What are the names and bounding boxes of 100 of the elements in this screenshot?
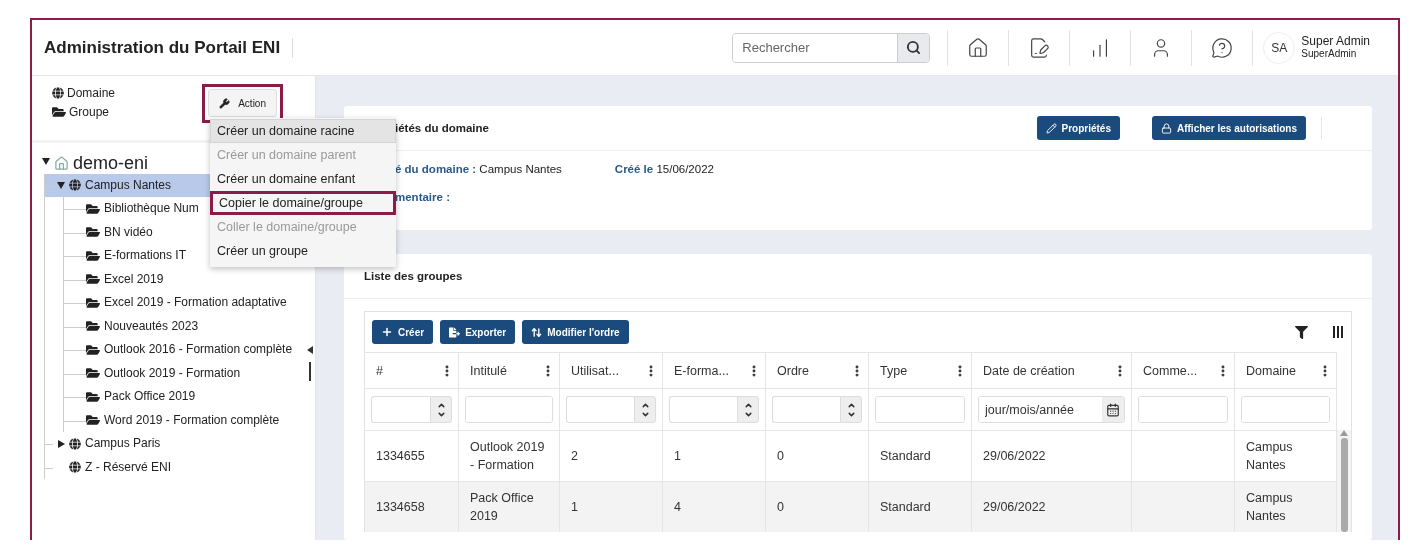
collapse-icon[interactable]: [307, 346, 313, 354]
number-field[interactable]: [669, 396, 737, 423]
tree-item[interactable]: Word 2019 - Formation complète: [64, 408, 280, 432]
globe-icon: [69, 461, 81, 473]
table-cell: 29/06/2022: [972, 430, 1132, 481]
date-field[interactable]: jour/mois/année: [978, 396, 1125, 423]
tree-label: Word 2019 - Formation complète: [103, 411, 280, 429]
folder-icon: [86, 389, 100, 404]
columns-icon[interactable]: [1333, 326, 1343, 338]
column-header[interactable]: Domaine: [1235, 352, 1337, 388]
filter-field[interactable]: [465, 396, 553, 423]
tree-item[interactable]: Campus Nantes: [45, 173, 212, 197]
column-header[interactable]: Utilisat...: [560, 352, 663, 388]
scroll-up-icon[interactable]: [1340, 430, 1348, 436]
tree-label: Outlook 2016 - Formation complète: [103, 341, 293, 358]
home-icon[interactable]: [967, 36, 990, 59]
folder-icon: [86, 225, 100, 239]
toolbar-button[interactable]: Afficher les autorisations: [1151, 116, 1306, 140]
tree-label: Z - Réservé ENI: [84, 458, 171, 476]
legend-item: Domaine: [52, 84, 116, 101]
number-field[interactable]: [566, 396, 634, 423]
lock-icon: [1160, 122, 1172, 134]
field-text: Créé le 15/06/2022: [614, 163, 714, 175]
folder-icon: [86, 295, 100, 310]
tree-item[interactable]: Outlook 2016 - Formation complète: [64, 338, 293, 362]
tree-label: Excel 2019 - Formation adaptative: [103, 294, 287, 311]
tree-item[interactable]: Campus Paris: [45, 432, 161, 456]
legend-item: Groupe: [52, 103, 116, 120]
tree-item[interactable]: BN vidéo: [64, 220, 153, 244]
tree-label: BN vidéo: [103, 223, 153, 241]
user-name: Super Admin: [1301, 35, 1370, 48]
tree-item[interactable]: E-formations IT: [64, 244, 187, 268]
column-header[interactable]: Type: [869, 352, 972, 388]
table-cell: Outlook 2019 - Formation: [459, 430, 560, 481]
tree-item[interactable]: demo-eni: [38, 150, 149, 174]
search-button[interactable]: [897, 33, 930, 62]
spinner-control[interactable]: [634, 396, 656, 423]
sort-icon: [531, 326, 543, 338]
collapse-toggle-icon[interactable]: [57, 181, 65, 189]
tree-item[interactable]: Excel 2019 - Formation adaptative: [64, 291, 287, 315]
tree-label: E-formations IT: [103, 247, 187, 264]
filter-icon[interactable]: [1295, 325, 1308, 339]
table-cell: 1334655: [365, 430, 459, 481]
tree-label: Nouveautés 2023: [103, 317, 199, 335]
menu-item[interactable]: Créer un domaine enfant: [210, 167, 396, 191]
filter-field[interactable]: [1138, 396, 1228, 423]
folder-icon: [86, 366, 100, 380]
menu-item[interactable]: Créer un domaine racine: [210, 119, 396, 143]
toolbar-button[interactable]: Propriétés: [1036, 116, 1120, 140]
table-cell: 1: [663, 430, 766, 481]
column-header[interactable]: E-forma...: [663, 352, 766, 388]
tree-item[interactable]: Nouveautés 2023: [64, 314, 199, 338]
tree-item[interactable]: Pack Office 2019: [64, 385, 196, 409]
toolbar-button[interactable]: Exporter: [440, 320, 516, 344]
tree-item[interactable]: Bibliothèque Num: [64, 197, 199, 221]
spinner-control[interactable]: [737, 396, 759, 423]
globe-icon: [52, 86, 64, 99]
card-title: iétés du domaine: [395, 122, 489, 134]
number-field[interactable]: [772, 396, 840, 423]
field-text: é du domaine : Campus Nantes: [395, 163, 562, 175]
globe-icon: [69, 437, 81, 450]
table-cell: 2: [560, 430, 663, 481]
filter-field[interactable]: [1241, 396, 1330, 423]
help-icon[interactable]: [1211, 36, 1234, 59]
table-cell: Pack Office 2019: [459, 481, 560, 532]
collapse-toggle-icon[interactable]: [42, 158, 50, 165]
search-field[interactable]: Rechercher: [732, 32, 931, 63]
number-field[interactable]: [371, 396, 430, 423]
toolbar-button[interactable]: Modifier l'ordre: [522, 320, 629, 344]
tree-item[interactable]: Z - Réservé ENI: [45, 455, 171, 479]
tree-label: Outlook 2019 - Formation: [103, 364, 241, 382]
expand-toggle-icon[interactable]: [57, 440, 65, 448]
column-header[interactable]: Date de création: [972, 352, 1132, 388]
tree-item[interactable]: Outlook 2019 - Formation: [64, 361, 241, 385]
plus-icon: [381, 326, 393, 338]
globe-icon: [69, 179, 81, 191]
app-title: Administration du Portail ENI: [44, 37, 294, 58]
column-header[interactable]: Comme...: [1132, 352, 1235, 388]
calendar-icon: [1106, 402, 1120, 417]
table-cell: Standard: [869, 430, 972, 481]
folder-icon: [86, 201, 100, 216]
scrollbar[interactable]: [1337, 430, 1351, 532]
column-header[interactable]: Ordre: [766, 352, 869, 388]
spinner-control[interactable]: [840, 396, 862, 423]
table-cell: Standard: [869, 481, 972, 532]
column-header[interactable]: Intitulé: [459, 352, 560, 388]
table-cell: 1334658: [365, 481, 459, 532]
column-header[interactable]: #: [365, 352, 459, 388]
toolbar-button[interactable]: Créer: [372, 320, 434, 344]
tree-item[interactable]: Excel 2019: [64, 267, 164, 291]
filter-field[interactable]: [875, 396, 965, 423]
search-icon: [906, 40, 922, 55]
folder-icon: [86, 319, 100, 333]
folder-icon: [52, 104, 66, 119]
edit-document-icon[interactable]: [1028, 36, 1051, 59]
export-icon: [449, 326, 461, 338]
spinner-control[interactable]: [430, 396, 452, 423]
menu-item[interactable]: Créer un groupe: [210, 239, 396, 263]
menu-item[interactable]: Copier le domaine/groupe: [210, 191, 396, 215]
action-button[interactable]: Action: [208, 89, 277, 117]
